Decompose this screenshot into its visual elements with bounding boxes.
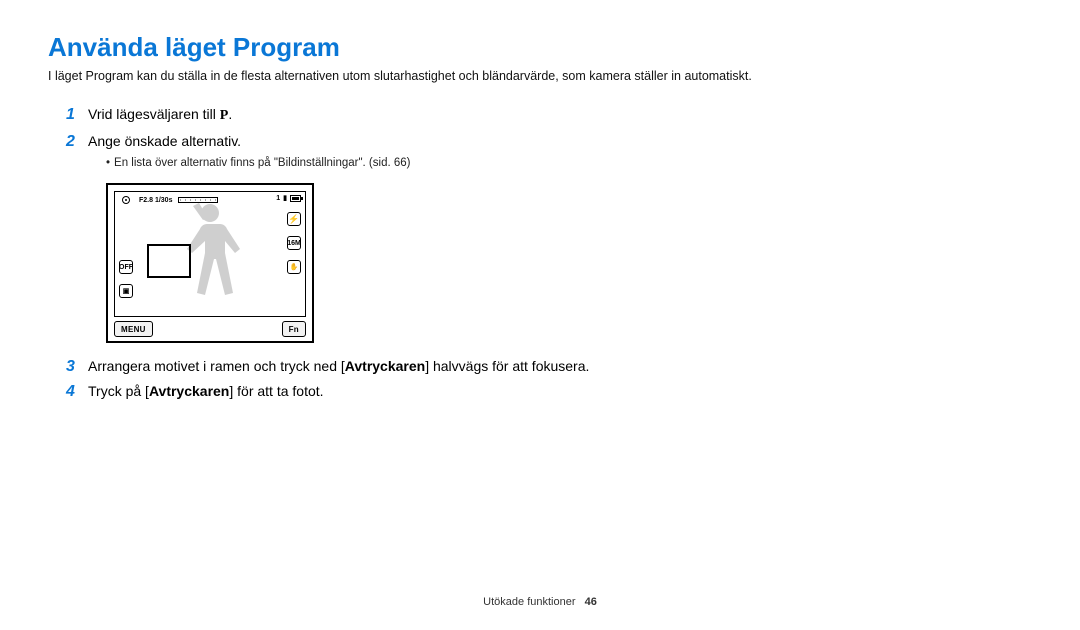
face-detect-off-icon: OFF <box>119 260 133 274</box>
stabilizer-icon: ✋ <box>287 260 301 274</box>
step-2-sub-text: En lista över alternativ finns på "Bildi… <box>114 157 410 169</box>
flash-icon: ⚡ <box>287 212 301 226</box>
page-title: Använda läget Program <box>48 32 1032 63</box>
fn-button[interactable]: Fn <box>282 321 306 337</box>
step-text: Arrangera motivet i ramen och tryck ned … <box>88 357 589 376</box>
camera-screen-illustration: OFF ▣ F2.8 1/30s 1 ▮ ⚡ 16M ✋ <box>106 183 314 343</box>
step1-pre: Vrid lägesväljaren till <box>88 106 220 122</box>
mode-camera-icon <box>119 194 133 206</box>
intro-text: I läget Program kan du ställa in de fles… <box>48 69 1032 83</box>
battery-icon <box>290 195 301 202</box>
step-text: Ange önskade alternativ. <box>88 132 241 151</box>
footer-section: Utökade funktioner <box>483 596 575 608</box>
resolution-icon: 16M <box>287 236 301 250</box>
step-2-sub: • En lista över alternativ finns på "Bild… <box>106 157 1032 169</box>
step4-a: Tryck på [ <box>88 383 149 399</box>
step-number: 3 <box>66 357 88 376</box>
step-number: 1 <box>66 105 88 124</box>
aperture-shutter-text: F2.8 1/30s <box>139 197 172 204</box>
step-4: 4 Tryck på [Avtryckaren] för att ta foto… <box>66 382 1032 401</box>
focus-frame-icon <box>147 244 191 278</box>
step-2: 2 Ange önskade alternativ. <box>66 132 1032 151</box>
step-number: 4 <box>66 382 88 401</box>
page-footer: Utökade funktioner 46 <box>0 596 1080 608</box>
bullet-icon: • <box>106 157 110 169</box>
step3-c: ] halvvägs för att fokusera. <box>425 358 589 374</box>
step1-post: . <box>228 106 232 122</box>
step-text: Tryck på [Avtryckaren] för att ta fotot. <box>88 382 324 401</box>
sd-card-icon: ▮ <box>283 194 287 202</box>
camera-lcd: OFF ▣ F2.8 1/30s 1 ▮ ⚡ 16M ✋ <box>114 191 306 317</box>
shots-remaining: 1 <box>276 195 280 202</box>
step4-c: ] för att ta fotot. <box>229 383 323 399</box>
drive-single-icon: ▣ <box>119 284 133 298</box>
footer-page-number: 46 <box>585 596 597 608</box>
step-text: Vrid lägesväljaren till P. <box>88 105 232 126</box>
shutter-bold: Avtryckaren <box>149 383 229 399</box>
shutter-bold: Avtryckaren <box>345 358 425 374</box>
steps-list: 1 Vrid lägesväljaren till P. 2 Ange önsk… <box>66 105 1032 401</box>
step-number: 2 <box>66 132 88 151</box>
step-3: 3 Arrangera motivet i ramen och tryck ne… <box>66 357 1032 376</box>
step3-a: Arrangera motivet i ramen och tryck ned … <box>88 358 345 374</box>
menu-button[interactable]: MENU <box>114 321 153 337</box>
step-1: 1 Vrid lägesväljaren till P. <box>66 105 1032 126</box>
